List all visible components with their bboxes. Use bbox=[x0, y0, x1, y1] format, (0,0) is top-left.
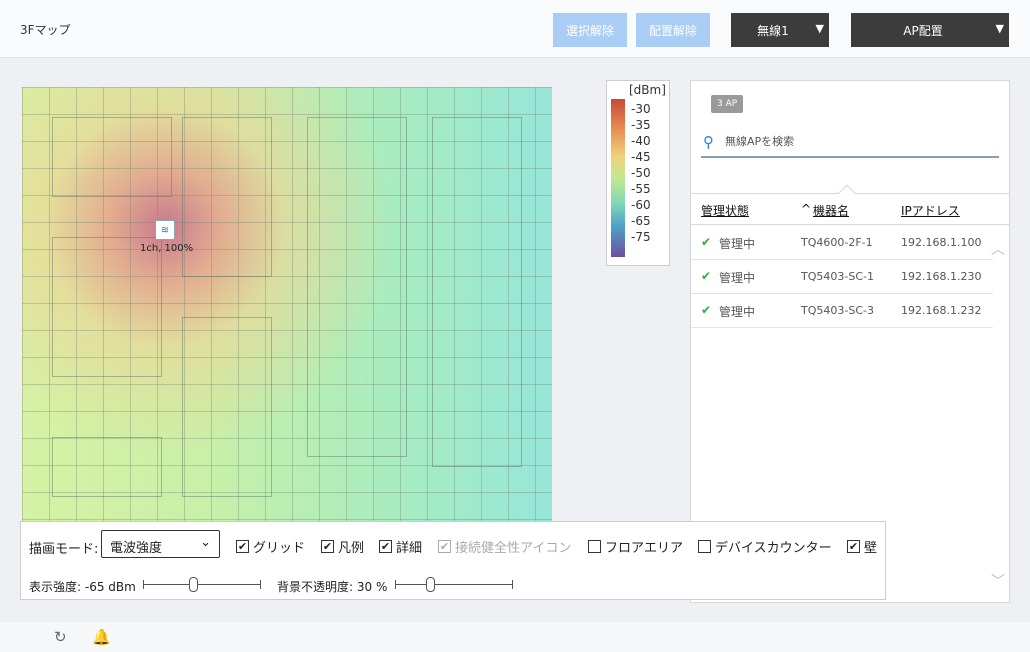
search-placeholder: 無線APを検索 bbox=[725, 135, 795, 148]
row-name: TQ5403-SC-3 bbox=[801, 304, 874, 317]
opacity-slider-thumb[interactable] bbox=[426, 577, 436, 592]
strength-label: 表示強度: -65 dBm bbox=[29, 580, 136, 594]
strength-slider-thumb[interactable] bbox=[188, 577, 198, 592]
radio-select[interactable]: 無線1 ▼ bbox=[731, 13, 829, 47]
row-status: 管理中 bbox=[719, 271, 756, 285]
column-ip[interactable]: IPアドレス bbox=[901, 202, 960, 219]
radio-select-value: 無線1 bbox=[757, 23, 789, 38]
scroll-down-icon[interactable]: ﹀ bbox=[991, 571, 1005, 591]
checkbox-box[interactable] bbox=[321, 540, 334, 553]
opacity-slider-track[interactable] bbox=[395, 580, 513, 589]
deselect-button[interactable]: 選択解除 bbox=[553, 13, 627, 47]
search-input[interactable]: ⚲ 無線APを検索 bbox=[701, 126, 999, 158]
dropdown-arrow-icon: ▼ bbox=[815, 22, 824, 35]
checkbox-label: 接続健全性アイコン bbox=[455, 541, 572, 556]
table-row[interactable]: ✔ 管理中 TQ4600-2F-1 192.168.1.100 bbox=[691, 226, 993, 260]
checkbox-grid[interactable]: グリッド bbox=[236, 537, 305, 556]
checkbox-box bbox=[438, 540, 451, 553]
scroll-up-icon[interactable]: ︿ bbox=[991, 239, 1005, 259]
legend-tick: -30 bbox=[631, 102, 651, 116]
row-name: TQ5403-SC-1 bbox=[801, 270, 874, 283]
row-ip: 192.168.1.100 bbox=[901, 236, 982, 249]
row-status: 管理中 bbox=[719, 305, 756, 319]
legend-color-bar bbox=[611, 99, 625, 257]
check-icon: ✔ bbox=[701, 269, 712, 283]
floor-wall bbox=[52, 437, 162, 497]
legend-tick: -65 bbox=[631, 214, 651, 228]
floor-wall bbox=[432, 117, 522, 467]
table-row[interactable]: ✔ 管理中 TQ5403-SC-1 192.168.1.230 bbox=[691, 260, 993, 294]
ap-place-value: AP配置 bbox=[903, 23, 943, 38]
ap-place-select[interactable]: AP配置 ▼ bbox=[851, 13, 1009, 47]
wifi-icon[interactable]: ≋ bbox=[155, 220, 175, 240]
refresh-icon[interactable]: ↻ bbox=[54, 628, 67, 646]
bell-icon[interactable]: 🔔 bbox=[92, 628, 111, 646]
mode-select[interactable]: 電波強度 ⌄ bbox=[101, 530, 220, 558]
table-row[interactable]: ✔ 管理中 TQ5403-SC-3 192.168.1.232 bbox=[691, 294, 993, 328]
sort-notch bbox=[838, 184, 856, 202]
check-icon: ✔ bbox=[701, 235, 712, 249]
floor-wall bbox=[182, 117, 272, 277]
checkbox-legend[interactable]: 凡例 bbox=[321, 537, 364, 556]
floor-wall bbox=[182, 317, 272, 497]
checkbox-label: デバイスカウンター bbox=[715, 541, 832, 556]
checkbox-device-counter[interactable]: デバイスカウンター bbox=[698, 537, 832, 556]
checkbox-floor-area[interactable]: フロアエリア bbox=[588, 537, 683, 556]
checkbox-wall[interactable]: 壁 bbox=[847, 537, 877, 556]
row-status: 管理中 bbox=[719, 237, 756, 251]
row-name: TQ4600-2F-1 bbox=[801, 236, 873, 249]
floor-wall bbox=[52, 237, 162, 377]
top-bar: 3Fマップ 選択解除 配置解除 無線1 ▼ AP配置 ▼ bbox=[0, 0, 1030, 58]
checkbox-health-icon: 接続健全性アイコン bbox=[438, 537, 571, 556]
chevron-down-icon: ⌄ bbox=[200, 535, 211, 550]
legend-tick: -45 bbox=[631, 150, 651, 164]
mode-select-value: 電波強度 bbox=[110, 541, 163, 556]
floor-wall bbox=[52, 117, 172, 197]
page-title: 3Fマップ bbox=[20, 23, 71, 37]
checkbox-detail[interactable]: 詳細 bbox=[379, 537, 422, 556]
ap-count-badge: 3 AP bbox=[711, 95, 744, 113]
row-ip: 192.168.1.230 bbox=[901, 270, 982, 283]
legend-tick: -40 bbox=[631, 134, 651, 148]
sort-indicator-icon: ^ bbox=[801, 202, 812, 216]
checkbox-label: グリッド bbox=[253, 541, 306, 556]
column-device-name[interactable]: 機器名 bbox=[813, 202, 849, 219]
ap-label: 1ch, 100% bbox=[140, 243, 194, 254]
checkbox-label: フロアエリア bbox=[605, 541, 684, 556]
table-header: 管理状態 ^ 機器名 IPアドレス bbox=[691, 184, 1009, 225]
legend-ticks: -30 -35 -40 -45 -50 -55 -60 -65 -75 bbox=[631, 101, 651, 245]
floor-map[interactable]: ≋ 1ch, 100% bbox=[22, 87, 552, 522]
legend-tick: -35 bbox=[631, 118, 651, 132]
checkbox-box[interactable] bbox=[698, 540, 711, 553]
column-status[interactable]: 管理状態 bbox=[701, 202, 749, 219]
check-icon: ✔ bbox=[701, 303, 712, 317]
legend-tick: -60 bbox=[631, 198, 651, 212]
checkbox-label: 詳細 bbox=[396, 541, 423, 556]
checkbox-label: 壁 bbox=[864, 541, 878, 556]
unplace-button[interactable]: 配置解除 bbox=[636, 13, 710, 47]
footer: ↻ 🔔 bbox=[0, 622, 1030, 652]
search-icon: ⚲ bbox=[703, 133, 714, 151]
map-controls: 描画モード: 電波強度 ⌄ グリッド 凡例 詳細 接続健全性アイコン フロアエリ… bbox=[20, 521, 886, 600]
opacity-label: 背景不透明度: 30 % bbox=[277, 580, 388, 594]
legend-tick: -75 bbox=[631, 230, 651, 244]
checkbox-box[interactable] bbox=[236, 540, 249, 553]
strength-slider-track[interactable] bbox=[143, 580, 261, 589]
checkbox-label: 凡例 bbox=[338, 541, 365, 556]
checkbox-box[interactable] bbox=[588, 540, 601, 553]
checkbox-box[interactable] bbox=[379, 540, 392, 553]
dropdown-arrow-icon: ▼ bbox=[995, 22, 1004, 35]
dbm-legend: [dBm] -30 -35 -40 -45 -50 -55 -60 -65 -7… bbox=[606, 80, 670, 266]
legend-tick: -50 bbox=[631, 166, 651, 180]
floor-wall bbox=[307, 117, 407, 457]
legend-tick: -55 bbox=[631, 182, 651, 196]
checkbox-box[interactable] bbox=[847, 540, 860, 553]
mode-label: 描画モード: bbox=[29, 542, 99, 557]
row-ip: 192.168.1.232 bbox=[901, 304, 982, 317]
legend-unit: [dBm] bbox=[629, 83, 666, 97]
